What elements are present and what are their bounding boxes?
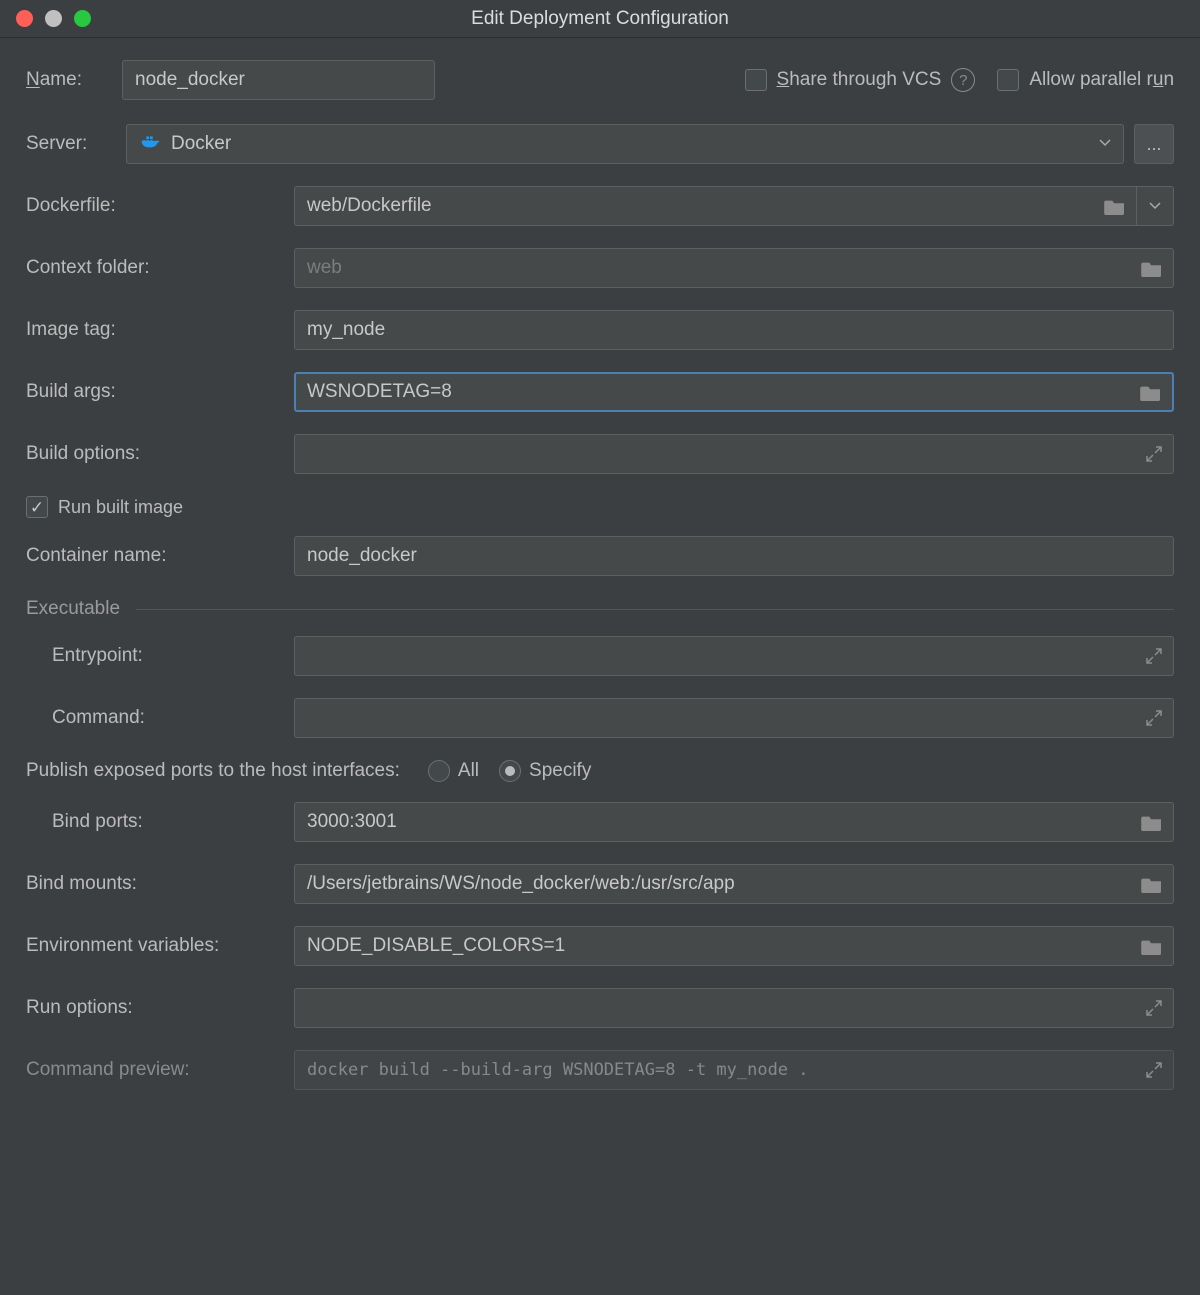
close-window-button[interactable]: [16, 10, 33, 27]
container-name-label: Container name:: [26, 545, 294, 567]
expand-icon[interactable]: [1145, 647, 1163, 665]
bind-ports-label: Bind ports:: [26, 811, 294, 833]
image-tag-label: Image tag:: [26, 319, 294, 341]
bind-ports-input[interactable]: 3000:3001: [294, 802, 1174, 842]
container-name-input[interactable]: node_docker: [294, 536, 1174, 576]
maximize-window-button[interactable]: [74, 10, 91, 27]
window-controls: [0, 10, 91, 27]
entrypoint-input[interactable]: [294, 636, 1174, 676]
chevron-down-icon: [1099, 133, 1111, 155]
env-variables-label: Environment variables:: [26, 935, 294, 957]
image-tag-input[interactable]: my_node: [294, 310, 1174, 350]
window-title: Edit Deployment Configuration: [0, 8, 1200, 30]
minimize-window-button[interactable]: [45, 10, 62, 27]
run-built-image-checkbox[interactable]: [26, 496, 48, 518]
command-preview-display: docker build --build-arg WSNODETAG=8 -t …: [294, 1050, 1174, 1090]
folder-icon[interactable]: [1141, 875, 1163, 893]
help-icon[interactable]: ?: [951, 68, 975, 92]
command-preview-label: Command preview:: [26, 1059, 294, 1081]
name-label: Name:: [26, 69, 122, 91]
run-built-image-label: Run built image: [58, 497, 183, 518]
server-select[interactable]: Docker: [126, 124, 1124, 164]
executable-legend: Executable: [26, 598, 1174, 620]
share-through-vcs-checkbox[interactable]: Share through VCS ?: [745, 68, 976, 92]
bind-mounts-input[interactable]: /Users/jetbrains/WS/node_docker/web:/usr…: [294, 864, 1174, 904]
ports-all-radio[interactable]: All: [428, 760, 479, 782]
dockerfile-input[interactable]: web/Dockerfile: [294, 186, 1137, 226]
publish-ports-label: Publish exposed ports to the host interf…: [26, 760, 400, 782]
server-label: Server:: [26, 133, 126, 155]
run-options-input[interactable]: [294, 988, 1174, 1028]
folder-icon[interactable]: [1141, 937, 1163, 955]
expand-icon[interactable]: [1145, 445, 1163, 463]
run-options-label: Run options:: [26, 997, 294, 1019]
folder-icon[interactable]: [1141, 259, 1163, 277]
build-args-label: Build args:: [26, 381, 294, 403]
command-label: Command:: [26, 707, 294, 729]
folder-icon[interactable]: [1104, 197, 1126, 215]
command-input[interactable]: [294, 698, 1174, 738]
name-input[interactable]: node_docker: [122, 60, 435, 100]
expand-icon[interactable]: [1145, 999, 1163, 1017]
expand-icon[interactable]: [1145, 709, 1163, 727]
env-variables-input[interactable]: NODE_DISABLE_COLORS=1: [294, 926, 1174, 966]
titlebar: Edit Deployment Configuration: [0, 0, 1200, 38]
folder-icon[interactable]: [1141, 813, 1163, 831]
dockerfile-dropdown-button[interactable]: [1136, 186, 1174, 226]
bind-mounts-label: Bind mounts:: [26, 873, 294, 895]
context-folder-label: Context folder:: [26, 257, 294, 279]
server-value: Docker: [171, 133, 231, 155]
ports-specify-radio[interactable]: Specify: [499, 760, 591, 782]
context-folder-input[interactable]: web: [294, 248, 1174, 288]
build-options-label: Build options:: [26, 443, 294, 465]
build-args-input[interactable]: WSNODETAG=8: [294, 372, 1174, 412]
expand-icon[interactable]: [1145, 1061, 1163, 1079]
build-options-input[interactable]: [294, 434, 1174, 474]
folder-icon[interactable]: [1140, 383, 1162, 401]
docker-icon: [139, 130, 161, 158]
dockerfile-label: Dockerfile:: [26, 195, 294, 217]
server-browse-button[interactable]: ...: [1134, 124, 1174, 164]
allow-parallel-run-checkbox[interactable]: Allow parallel run: [997, 69, 1174, 91]
entrypoint-label: Entrypoint:: [26, 645, 294, 667]
